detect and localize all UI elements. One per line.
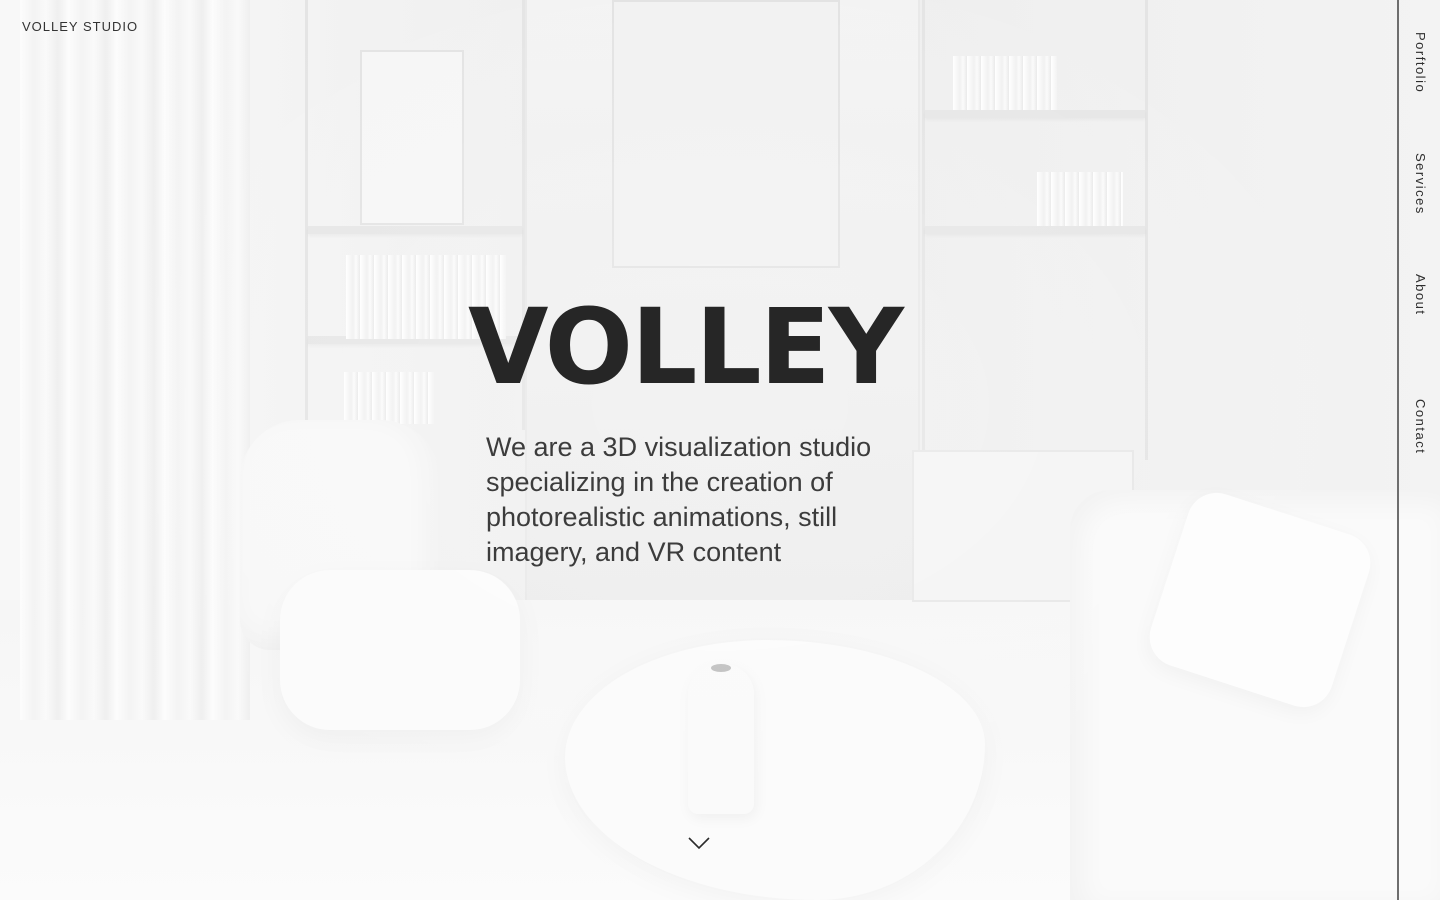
nav-item-label: Porftolio bbox=[1413, 32, 1428, 94]
nav-item-label: About bbox=[1413, 274, 1428, 316]
nav-item-label: Contact bbox=[1413, 399, 1428, 455]
landing-page: VOLLEY STUDIO VOLLEY We are a 3D visuali… bbox=[0, 0, 1440, 900]
studio-logo-link[interactable]: VOLLEY STUDIO bbox=[22, 19, 138, 34]
hero-description: We are a 3D visualization studio special… bbox=[486, 432, 872, 567]
nav-item-about[interactable]: About bbox=[1399, 274, 1440, 315]
nav-item-contact[interactable]: Contact bbox=[1399, 399, 1440, 454]
nav-item-services[interactable]: Services bbox=[1399, 153, 1440, 215]
side-navigation: Porftolio Services About Contact bbox=[1397, 0, 1440, 900]
nav-item-portfolio[interactable]: Porftolio bbox=[1399, 32, 1440, 93]
chevron-down-icon bbox=[688, 837, 710, 850]
nav-item-label: Services bbox=[1413, 153, 1428, 215]
hero-title: VOLLEY bbox=[468, 286, 904, 408]
scroll-down-button[interactable] bbox=[688, 834, 710, 852]
